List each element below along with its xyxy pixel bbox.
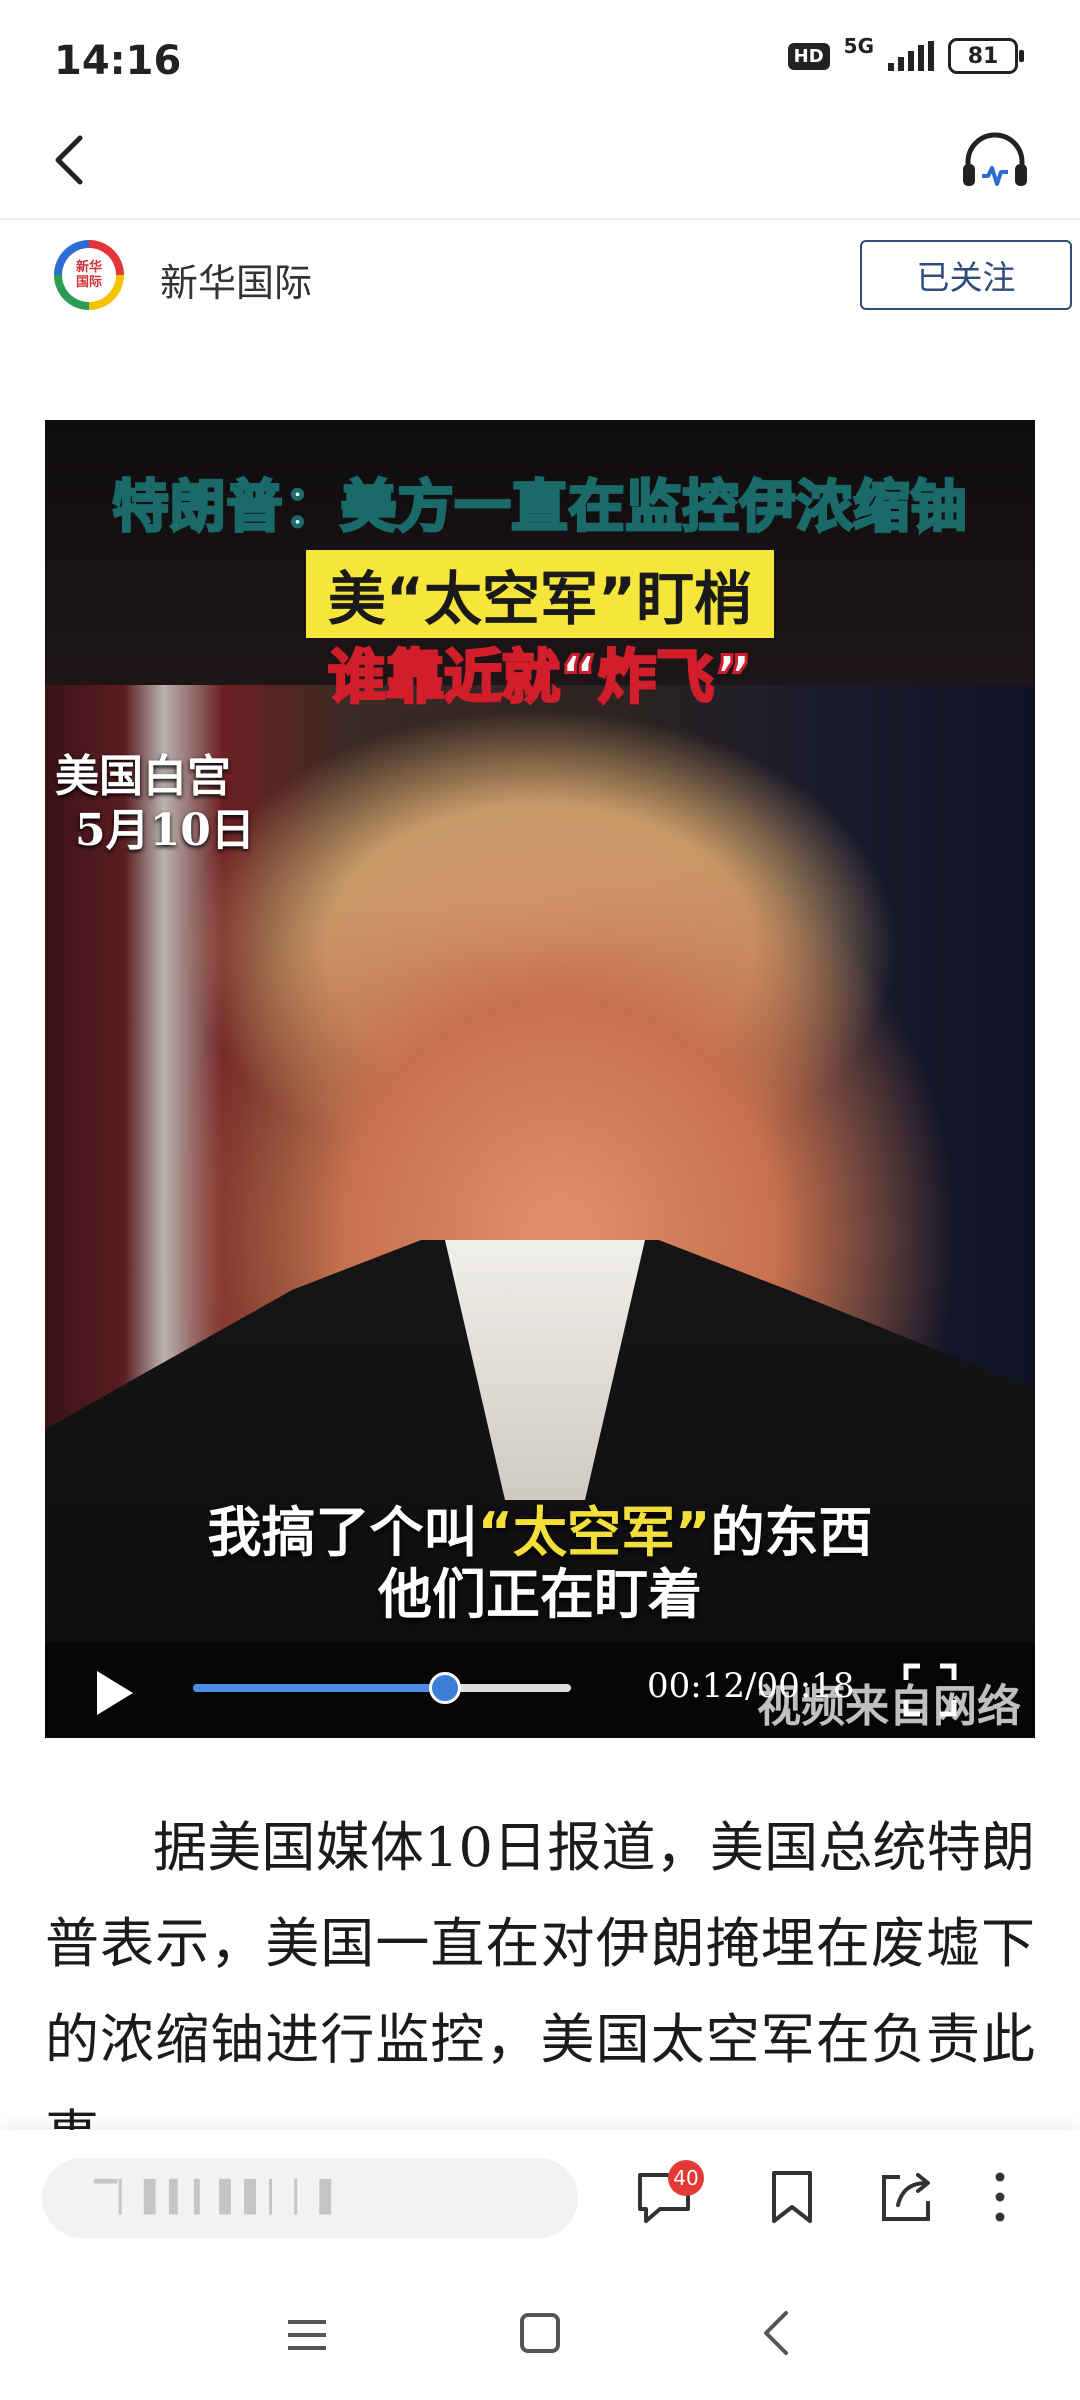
video-location: 美国白宫 5月10日 xyxy=(55,750,255,858)
author-name[interactable]: 新华国际 xyxy=(160,252,312,307)
menu-icon xyxy=(288,2320,326,2350)
video-caption-title: 特朗普：美方一直在监控伊浓缩铀 xyxy=(111,474,968,542)
network-label: 5G xyxy=(843,34,874,58)
hd-icon: HD xyxy=(787,42,830,70)
system-back-button[interactable] xyxy=(750,2305,806,2361)
audio-button[interactable] xyxy=(950,115,1040,205)
status-icons: HD 5G 81 xyxy=(787,34,1024,74)
share-button[interactable] xyxy=(874,2165,938,2229)
recent-apps-button[interactable] xyxy=(282,2310,332,2360)
author-avatar[interactable]: 新华 国际 xyxy=(54,240,124,310)
comment-placeholder: ▔▏▌▍▎▌▌▏▏▌ xyxy=(94,2180,345,2215)
play-icon xyxy=(97,1671,133,1715)
square-icon xyxy=(520,2313,560,2353)
home-button[interactable] xyxy=(512,2305,568,2361)
bookmark-icon xyxy=(772,2171,812,2223)
fullscreen-button[interactable] xyxy=(900,1660,960,1720)
video-subtitle-2: 他们正在盯着 xyxy=(378,1563,702,1626)
chevron-left-icon xyxy=(55,135,83,185)
avatar-logo: 新华 国际 xyxy=(62,248,116,302)
battery-level: 81 xyxy=(967,43,999,69)
status-time: 14:16 xyxy=(54,38,182,84)
play-button[interactable] xyxy=(85,1665,141,1721)
signal-icon xyxy=(888,41,934,71)
avatar-text: 新华 xyxy=(75,260,102,275)
video-caption-wrap: 美“太空军”盯梢 xyxy=(45,550,1035,638)
article-body: 据美国媒体10日报道，美国总统特朗普表示，美国一直在对伊朗掩埋在废墟下的浓缩铀进… xyxy=(45,1816,1035,2130)
location-text: 美国白宫 xyxy=(55,751,231,802)
battery-icon: 81 xyxy=(948,38,1024,74)
video-caption-red: 谁靠近就“炸飞” xyxy=(326,642,753,713)
chevron-left-icon xyxy=(764,2311,788,2355)
share-icon xyxy=(882,2173,930,2221)
more-button[interactable] xyxy=(980,2165,1020,2229)
comment-count-badge: 40 xyxy=(668,2160,704,2196)
divider xyxy=(0,218,1080,220)
fullscreen-icon xyxy=(903,1663,957,1717)
more-icon xyxy=(995,2172,1005,2222)
bookmark-button[interactable] xyxy=(760,2165,824,2229)
back-button[interactable] xyxy=(40,120,100,200)
comment-input[interactable]: ▔▏▌▍▎▌▌▏▏▌ xyxy=(42,2158,578,2238)
progress-handle[interactable] xyxy=(429,1672,462,1704)
video-player[interactable]: 特朗普：美方一直在监控伊浓缩铀 美“太空军”盯梢 谁靠近就“炸飞” 美国白宫 5… xyxy=(45,420,1035,1738)
follow-button[interactable]: 已关注 xyxy=(860,240,1072,310)
video-caption-highlight: 美“太空军”盯梢 xyxy=(305,550,775,638)
video-watermark: 视频来自网络 xyxy=(757,1681,1021,1732)
avatar-text: 国际 xyxy=(75,275,102,290)
headphone-icon xyxy=(963,132,1027,186)
date-text: 5月10日 xyxy=(75,805,255,856)
progress-fill xyxy=(193,1684,446,1692)
